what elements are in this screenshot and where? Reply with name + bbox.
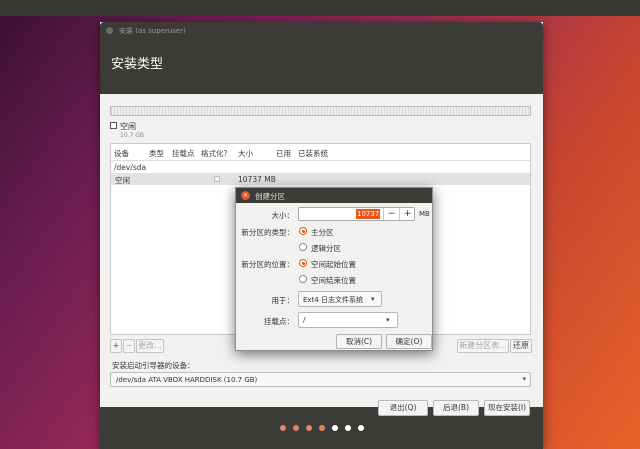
column-system[interactable]: 已装系统 [298, 148, 328, 159]
size-decrement-button[interactable]: − [384, 208, 399, 220]
table-row[interactable]: 空闲 10737 MB [111, 173, 530, 185]
free-space-label: 空闲 [120, 122, 136, 131]
use-as-label: 用于： [271, 296, 295, 305]
progress-dot [306, 425, 312, 431]
use-as-select[interactable]: Ext4 日志文件系统 ▾ [298, 291, 382, 307]
device-row[interactable]: /dev/sda [111, 161, 530, 173]
change-partition-button[interactable]: 更改... [136, 339, 164, 353]
chevron-down-icon[interactable]: ▾ [386, 316, 390, 324]
primary-label[interactable]: 主分区 [311, 227, 334, 238]
column-device[interactable]: 设备 [114, 148, 129, 159]
bootloader-label: 安装启动引导器的设备： [112, 361, 195, 370]
quit-button[interactable]: 退出(Q) [378, 400, 428, 416]
progress-dot [345, 425, 351, 431]
column-type[interactable]: 类型 [149, 148, 164, 159]
dialog-titlebar: ✕ 创建分区 [236, 188, 432, 203]
location-start-label[interactable]: 空间起始位置 [311, 259, 356, 270]
use-as-value: Ext4 日志文件系统 [303, 296, 363, 304]
row-device: 空闲 [115, 176, 130, 185]
free-space-size: 10.7 GB [120, 132, 145, 139]
mount-point-label: 挂载点： [264, 317, 294, 326]
device-name: /dev/sda [114, 163, 147, 172]
location-end-radio[interactable] [299, 275, 307, 283]
mount-point-value[interactable]: / [303, 316, 305, 324]
desktop-top-panel [0, 0, 640, 16]
size-unit: MB [419, 210, 430, 218]
progress-dot [358, 425, 364, 431]
bootloader-device-value: /dev/sda ATA VBOX HARDDISK (10.7 GB) [116, 376, 258, 384]
new-partition-table-button[interactable]: 新建分区表... [457, 339, 509, 353]
progress-dot [293, 425, 299, 431]
size-value[interactable]: 10737 [356, 209, 381, 219]
page-title: 安装类型 [111, 57, 164, 72]
size-spinbox[interactable]: 10737 − + [298, 207, 415, 221]
column-size[interactable]: 大小 [238, 148, 253, 159]
revert-button[interactable]: 还原 [510, 339, 532, 353]
create-partition-dialog: ✕ 创建分区 大小： 10737 − + MB 新分区的类型： 主分区 逻辑分区… [235, 187, 433, 351]
location-start-radio[interactable] [299, 259, 307, 267]
table-header: 设备 类型 挂载点 格式化？ 大小 已用 已装系统 [111, 144, 530, 161]
remove-partition-button[interactable]: − [123, 339, 135, 353]
type-label: 新分区的类型： [241, 228, 295, 237]
location-end-label[interactable]: 空间结束位置 [311, 275, 356, 286]
back-button[interactable]: 后退(B) [433, 400, 479, 416]
logical-radio[interactable] [299, 243, 307, 251]
size-label: 大小： [271, 211, 295, 220]
primary-radio[interactable] [299, 227, 307, 235]
close-window-icon[interactable] [106, 27, 113, 34]
add-partition-button[interactable]: + [110, 339, 122, 353]
mount-point-combo[interactable]: / ▾ [298, 312, 398, 328]
close-icon[interactable]: ✕ [241, 191, 250, 200]
dialog-title: 创建分区 [255, 192, 285, 201]
progress-dot [280, 425, 286, 431]
cancel-button[interactable]: 取消(C) [336, 334, 382, 349]
format-checkbox[interactable] [214, 176, 220, 182]
install-now-button[interactable]: 现在安装(I) [484, 400, 530, 416]
size-increment-button[interactable]: + [400, 208, 415, 220]
page-header: 安装类型 [100, 39, 543, 94]
location-label: 新分区的位置： [241, 260, 295, 269]
window-titlebar: 安装 (as superuser) [100, 22, 543, 39]
partition-bar [110, 106, 531, 116]
ok-button[interactable]: 确定(O) [386, 334, 432, 349]
column-format[interactable]: 格式化？ [201, 148, 231, 159]
free-space-swatch [110, 122, 117, 129]
column-mount[interactable]: 挂载点 [172, 148, 195, 159]
progress-dot [332, 425, 338, 431]
row-size: 10737 MB [238, 175, 276, 184]
bootloader-device-select[interactable]: /dev/sda ATA VBOX HARDDISK (10.7 GB) ▾ [110, 372, 531, 387]
progress-dot [319, 425, 325, 431]
column-used[interactable]: 已用 [276, 148, 291, 159]
window-title: 安装 (as superuser) [119, 27, 186, 35]
chevron-down-icon: ▾ [522, 375, 526, 383]
chevron-down-icon: ▾ [371, 295, 375, 303]
logical-label[interactable]: 逻辑分区 [311, 243, 341, 254]
